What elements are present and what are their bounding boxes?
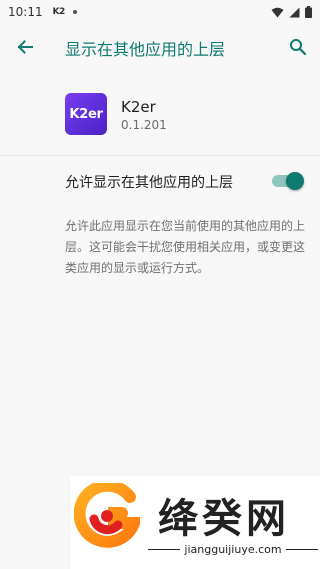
permission-description: 允许此应用显示在您当前使用的其他应用的上层。这可能会干扰您使用相关应用，或变更这… xyxy=(65,219,306,275)
overlay-permission-row[interactable]: 允许显示在其他应用的上层 xyxy=(0,161,320,201)
back-button[interactable] xyxy=(13,35,37,59)
arrow-back-icon xyxy=(17,40,33,54)
watermark-logo-icon xyxy=(74,483,140,548)
signal-icon xyxy=(289,7,300,17)
divider xyxy=(0,155,320,156)
app-version: 0.1.201 xyxy=(121,118,167,132)
search-icon xyxy=(290,39,307,56)
watermark-brand: 绛癸网 xyxy=(158,495,290,542)
overlay-permission-label: 允许显示在其他应用的上层 xyxy=(65,175,233,191)
watermark: 绛癸网 jiangguijiuye.com xyxy=(70,476,320,569)
battery-icon xyxy=(305,6,312,18)
watermark-url: jiangguijiuye.com xyxy=(184,543,282,556)
watermark-url-row: jiangguijiuye.com xyxy=(148,543,319,556)
app-header: K2er K2er 0.1.201 xyxy=(0,80,320,150)
wifi-icon xyxy=(271,7,284,17)
watermark-line-left xyxy=(148,549,181,550)
app-bar: 显示在其他应用的上层 xyxy=(0,24,320,70)
status-time: 10:11 xyxy=(8,5,43,19)
notification-dot-icon xyxy=(72,10,77,14)
status-icons xyxy=(271,6,312,18)
app-icon-label: K2er xyxy=(69,106,103,122)
app-name: K2er xyxy=(121,98,156,116)
app-icon: K2er xyxy=(65,93,107,135)
status-bar: 10:11 K2 xyxy=(0,0,320,24)
search-button[interactable] xyxy=(286,35,310,59)
switch-thumb xyxy=(286,172,304,190)
overlay-permission-switch[interactable] xyxy=(270,171,304,191)
watermark-line-right xyxy=(285,549,319,550)
page-title: 显示在其他应用的上层 xyxy=(65,40,226,59)
k2-notification-icon: K2 xyxy=(52,7,65,17)
